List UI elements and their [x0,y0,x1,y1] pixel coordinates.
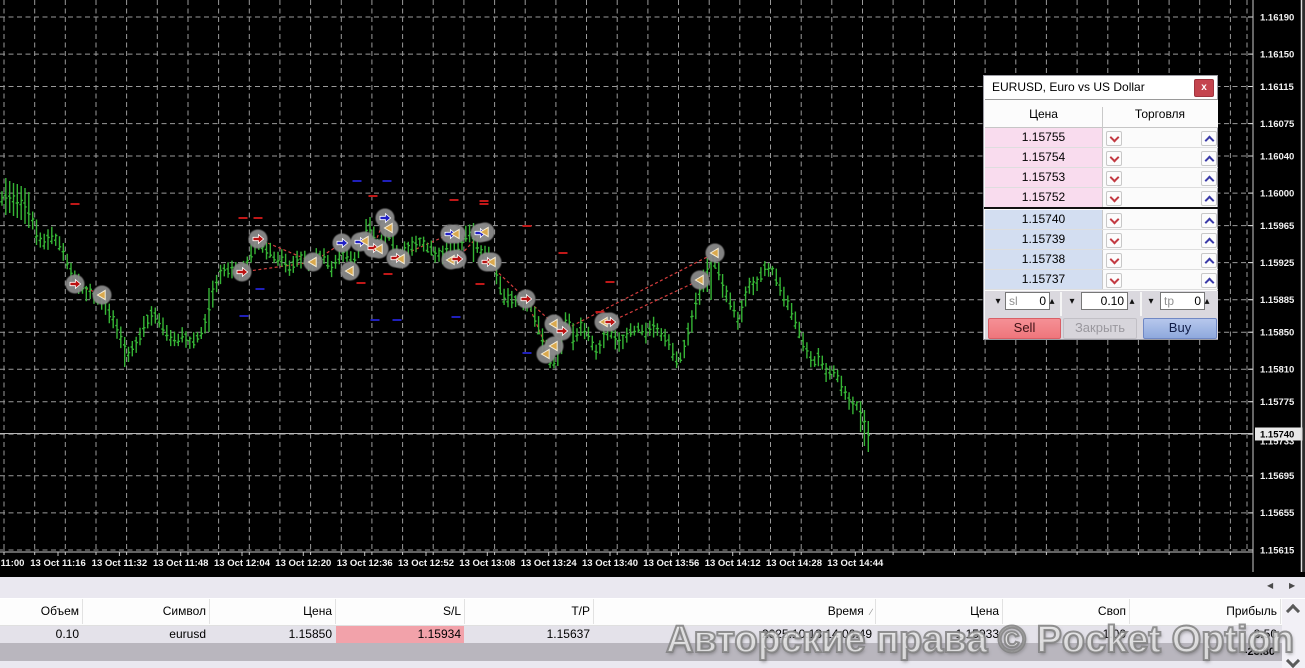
svg-text:1.15885: 1.15885 [1260,295,1295,306]
svg-text:1.16190: 1.16190 [1260,12,1294,23]
svg-text:13 Oct 11:48: 13 Oct 11:48 [153,558,208,569]
svg-text:1.15965: 1.15965 [1260,221,1295,232]
svg-text:13 Oct 11:32: 13 Oct 11:32 [92,558,147,569]
svg-text:1.16115: 1.16115 [1260,82,1295,93]
svg-text:13 Oct 13:08: 13 Oct 13:08 [459,558,515,569]
svg-text:1.15740: 1.15740 [1260,430,1294,441]
svg-text:13 Oct 12:20: 13 Oct 12:20 [275,558,331,569]
svg-text:1.15925: 1.15925 [1260,258,1295,269]
svg-text:1.15615: 1.15615 [1260,545,1295,556]
svg-text:13 Oct 14:28: 13 Oct 14:28 [766,558,822,569]
svg-text:1.16150: 1.16150 [1260,49,1294,60]
svg-text:1.16075: 1.16075 [1260,119,1295,130]
svg-text:13 Oct 14:12: 13 Oct 14:12 [705,558,761,569]
svg-text:1.15810: 1.15810 [1260,365,1294,376]
svg-text:13 Oct 13:56: 13 Oct 13:56 [643,558,699,569]
svg-text:13 Oct 12:04: 13 Oct 12:04 [214,558,271,569]
svg-text:1.15775: 1.15775 [1260,397,1295,408]
svg-text:13 Oct 14:44: 13 Oct 14:44 [827,558,884,569]
svg-text:13 Oct 13:24: 13 Oct 13:24 [521,558,578,569]
svg-text:1.15695: 1.15695 [1260,471,1295,482]
svg-text:13 Oct 13:40: 13 Oct 13:40 [582,558,638,569]
svg-text:1.16040: 1.16040 [1260,151,1294,162]
svg-text:1.16000: 1.16000 [1260,188,1294,199]
svg-text:13 Oct 11:16: 13 Oct 11:16 [30,558,85,569]
svg-text:13 Oct 12:52: 13 Oct 12:52 [398,558,454,569]
svg-text:1.15655: 1.15655 [1260,508,1295,519]
svg-text:1.15850: 1.15850 [1260,328,1294,339]
svg-text:13 Oct 12:36: 13 Oct 12:36 [337,558,393,569]
svg-text:13 Oct 11:00: 13 Oct 11:00 [0,558,24,569]
